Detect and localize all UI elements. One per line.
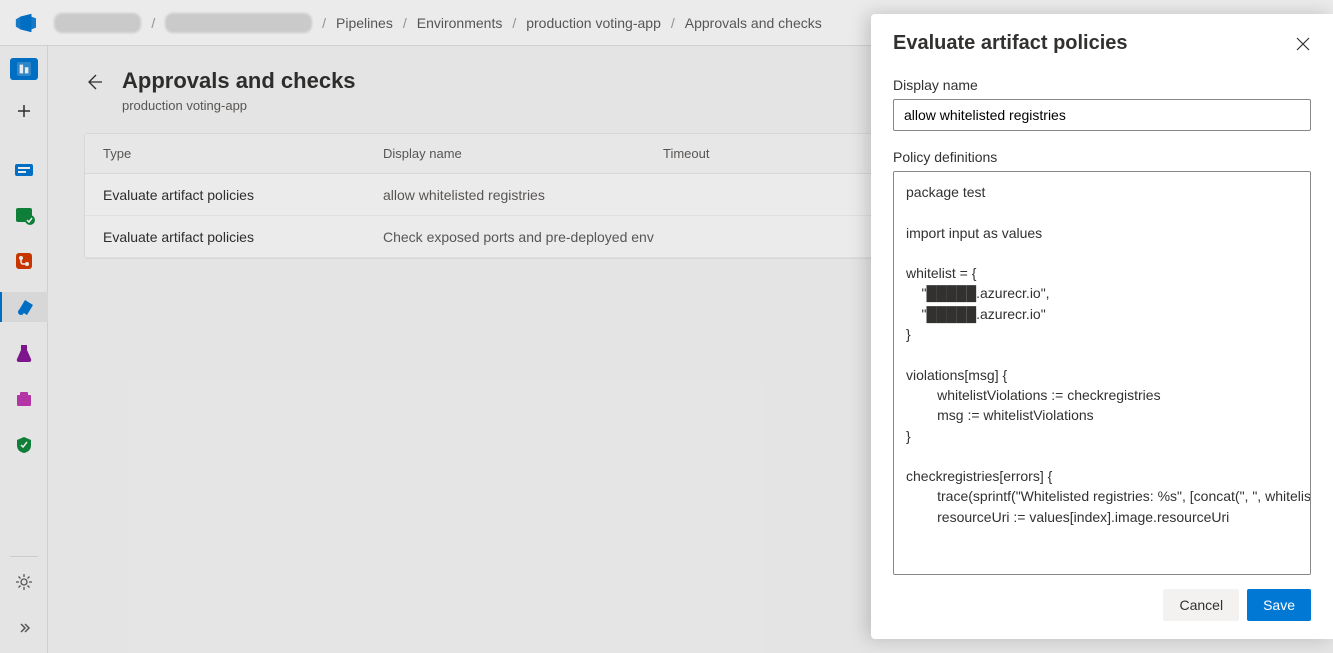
display-name-label: Display name <box>893 77 1311 93</box>
policy-definitions-label: Policy definitions <box>893 149 1311 165</box>
close-icon[interactable] <box>1295 36 1311 52</box>
cancel-button[interactable]: Cancel <box>1163 589 1239 621</box>
display-name-input[interactable] <box>893 99 1311 131</box>
panel-title: Evaluate artifact policies <box>893 32 1128 55</box>
policy-definitions-textarea[interactable] <box>893 171 1311 575</box>
edit-check-panel: Evaluate artifact policies Display name … <box>871 14 1333 639</box>
save-button[interactable]: Save <box>1247 589 1311 621</box>
